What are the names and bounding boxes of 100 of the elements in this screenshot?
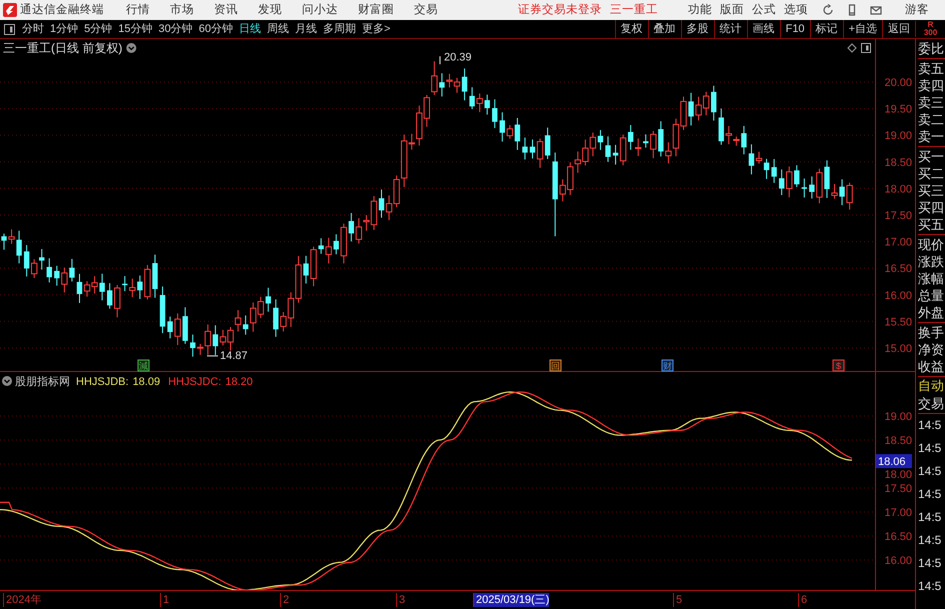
- menu-item[interactable]: 问小达: [302, 0, 338, 20]
- diamond-icon[interactable]: [847, 43, 857, 53]
- candlestick: [114, 284, 120, 318]
- envelope-icon[interactable]: [870, 4, 882, 16]
- indicator-name: HHJSJDC:: [168, 376, 222, 388]
- indicator-source: 股朋指标网: [15, 376, 70, 388]
- chart-tool-button[interactable]: 画线: [746, 20, 780, 38]
- event-marker[interactable]: 減: [138, 360, 150, 372]
- chart-tool-button[interactable]: 多股: [680, 20, 714, 38]
- candlestick: [182, 306, 188, 344]
- candlestick: [718, 108, 724, 146]
- quote-field-label: 卖四: [918, 77, 945, 94]
- panel-toggle-icon[interactable]: [4, 24, 15, 34]
- chart-tool-button[interactable]: 标记: [810, 20, 843, 38]
- trade-label: 交易: [918, 394, 945, 414]
- trade-time: 14:5: [918, 555, 942, 572]
- candlestick: [635, 138, 642, 157]
- period-tab[interactable]: 60分钟: [196, 20, 236, 38]
- quote-field-label: 委比: [918, 40, 945, 57]
- time-axis-label: 1: [160, 593, 170, 607]
- period-tab[interactable]: 日线: [236, 20, 264, 38]
- quote-field-label: 外盘: [918, 304, 945, 321]
- event-marker[interactable]: 回: [550, 360, 562, 372]
- candlestick: [643, 134, 648, 148]
- refresh-icon[interactable]: [822, 4, 834, 16]
- candlestick: [24, 244, 30, 277]
- price-axis-label: 20.00: [884, 77, 912, 89]
- phone-icon[interactable]: [846, 4, 858, 16]
- quote-field-label: 买四: [918, 199, 945, 216]
- candlestick: [273, 298, 278, 338]
- candlestick: [31, 258, 38, 278]
- period-tab[interactable]: 周线: [264, 20, 292, 38]
- indicator-value: 18.20: [225, 376, 253, 388]
- period-tab[interactable]: 更多>: [359, 20, 394, 38]
- period-tab[interactable]: 15分钟: [115, 20, 156, 38]
- dropdown-icon[interactable]: [2, 376, 12, 386]
- quote-field-label: 买二: [918, 165, 945, 182]
- quote-field-label: 买一: [918, 148, 945, 165]
- candlestick: [522, 137, 528, 160]
- indicator-axis-label: 16.00: [884, 555, 912, 567]
- price-axis-label: 17.50: [884, 210, 912, 222]
- chart-tool-button[interactable]: +自选: [842, 20, 882, 38]
- period-tab[interactable]: 分时: [19, 20, 47, 38]
- tool-menu-item[interactable]: 选项: [784, 0, 808, 20]
- quote-field-label: 现价: [918, 236, 945, 253]
- time-axis-label: 2: [280, 593, 290, 607]
- indicator-axis-label: 19.00: [884, 411, 912, 423]
- chart-tool-button[interactable]: 叠加: [648, 20, 681, 38]
- event-marker[interactable]: $: [832, 360, 844, 372]
- price-axis-label: 16.50: [884, 263, 912, 276]
- indicator-name: HHJSJDB:: [76, 376, 129, 388]
- quote-header-value: 300: [922, 29, 938, 37]
- menu-item[interactable]: 资讯: [214, 0, 238, 20]
- candlestick: [802, 178, 807, 198]
- time-axis-label: 2024年: [3, 593, 42, 607]
- indicator-axis-label: 18.50: [884, 435, 912, 447]
- chart-tool-button[interactable]: 返回: [882, 20, 915, 38]
- menu-item[interactable]: 行情: [126, 0, 150, 20]
- candlestick: [605, 136, 611, 162]
- stock-name: 三一重工: [610, 2, 658, 18]
- indicator-axis-label: 18.00: [884, 469, 912, 481]
- chart-tool-button[interactable]: 复权: [614, 20, 648, 38]
- event-marker[interactable]: 财: [662, 360, 674, 372]
- period-tab[interactable]: 1分钟: [47, 20, 82, 38]
- candlestick: [107, 282, 112, 310]
- candlestick: [794, 164, 800, 188]
- quote-field-label: 总量: [918, 287, 945, 304]
- candlestick: [46, 258, 52, 283]
- chart-tool-button[interactable]: 统计: [714, 20, 747, 38]
- login-status[interactable]: 证券交易未登录: [518, 0, 602, 20]
- chart-tool-button[interactable]: F10: [780, 20, 810, 38]
- auto-trade-label[interactable]: 自动: [918, 377, 945, 394]
- low-price-label: 14.87: [220, 350, 248, 362]
- candlestick: [778, 168, 784, 196]
- indicator-axis-label: 17.00: [884, 507, 912, 519]
- candlestick: [711, 85, 716, 122]
- quote-field-label: 买五: [918, 216, 945, 233]
- tool-menu-item[interactable]: 版面: [720, 0, 744, 20]
- tool-menu-item[interactable]: 功能: [688, 0, 712, 20]
- candlestick: [122, 276, 128, 292]
- menu-item[interactable]: 财富圈: [358, 0, 394, 20]
- period-tab[interactable]: 月线: [292, 20, 320, 38]
- menu-item[interactable]: 发现: [258, 0, 282, 20]
- candlestick: [771, 158, 777, 184]
- menu-item[interactable]: 市场: [170, 0, 194, 20]
- candlestick: [484, 94, 490, 116]
- tool-menu-item[interactable]: 公式: [752, 0, 776, 20]
- price-axis-label: 19.50: [884, 104, 912, 116]
- period-tab[interactable]: 多周期: [320, 20, 359, 38]
- user-label[interactable]: 游客: [905, 0, 929, 20]
- quote-field-label: 买三: [918, 182, 945, 199]
- trade-time: 14:5: [918, 417, 942, 434]
- menu-item[interactable]: 交易: [414, 0, 438, 20]
- time-axis-label: 5: [673, 593, 682, 607]
- price-axis-label: 18.00: [884, 183, 912, 196]
- period-tab[interactable]: 30分钟: [156, 20, 196, 38]
- candlestick: [334, 234, 339, 255]
- dropdown-icon[interactable]: [126, 43, 136, 53]
- period-tab[interactable]: 5分钟: [81, 20, 116, 38]
- panel-toggle-icon[interactable]: [861, 43, 871, 53]
